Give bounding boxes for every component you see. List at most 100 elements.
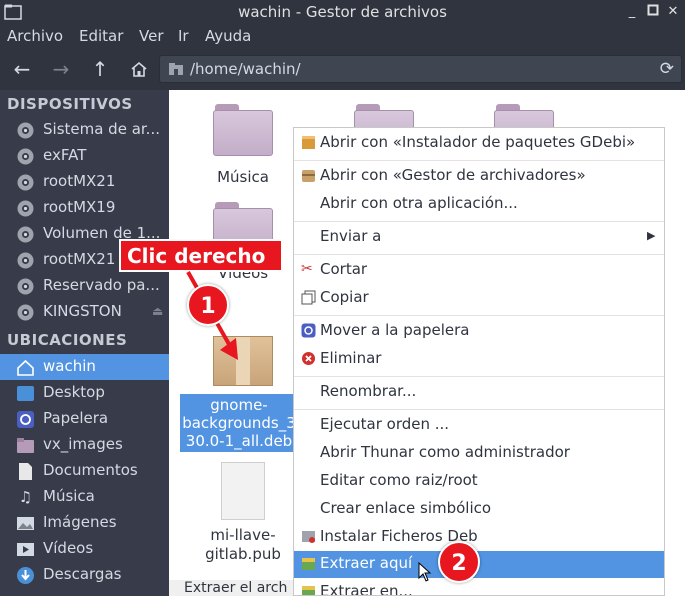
menu-item-create-symlink[interactable]: Crear enlace simbólico	[294, 496, 664, 522]
menu-item-label: Ejecutar orden ...	[320, 415, 450, 433]
menu-separator	[294, 376, 664, 377]
file-label-line: 30.0-1_all.deb	[185, 432, 293, 450]
menu-item-move-trash[interactable]: Mover a la papelera	[294, 318, 664, 344]
menu-separator	[294, 160, 664, 161]
home-icon[interactable]	[126, 56, 152, 82]
sidebar-device-2[interactable]: exFAT	[0, 143, 169, 169]
file-label-musica[interactable]: Música	[203, 168, 283, 186]
file-label-line: backgrounds_3	[182, 414, 296, 432]
sidebar-item-wachin[interactable]: wachin	[0, 354, 169, 380]
document-icon	[16, 462, 35, 480]
close-icon[interactable]: ✕	[665, 4, 681, 20]
menu-item-install-deb[interactable]: Instalar Ficheros Deb	[294, 524, 664, 550]
sidebar-item-label: Reservado pa...	[43, 276, 160, 294]
archiver-icon	[301, 168, 316, 183]
menu-item-label: Cortar	[320, 260, 368, 278]
sidebar-item-imagenes[interactable]: Imágenes	[0, 510, 169, 536]
file-label-line: gnome-	[210, 396, 268, 414]
menu-item-label: Enviar a	[320, 227, 382, 245]
delete-icon	[301, 351, 316, 366]
file-label-pub[interactable]: mi-llave- gitlab.pub	[193, 526, 293, 564]
sidebar-item-label: rootMX19	[43, 198, 116, 216]
sidebar-item-desktop[interactable]: Desktop	[0, 380, 169, 406]
context-menu: Abrir con «Instalador de paquetes GDebi»…	[293, 127, 665, 596]
back-arrow-icon[interactable]: ←	[9, 56, 35, 82]
maximize-icon[interactable]	[645, 4, 661, 20]
image-icon	[16, 514, 35, 532]
sidebar-item-documentos[interactable]: Documentos	[0, 458, 169, 484]
menu-bar: Archivo Editar Ver Ir Ayuda	[0, 24, 685, 48]
desktop-icon	[16, 384, 35, 402]
menu-ir[interactable]: Ir	[178, 27, 189, 45]
menu-item-open-archiver[interactable]: Abrir con «Gestor de archivadores»	[294, 163, 664, 189]
menu-ayuda[interactable]: Ayuda	[205, 27, 251, 45]
menu-item-send-to[interactable]: Enviar a ▶	[294, 224, 664, 250]
trash-icon	[16, 410, 35, 428]
music-icon: ♫	[18, 488, 33, 506]
trash-icon	[301, 323, 316, 338]
menu-item-edit-root[interactable]: Editar como raiz/root	[294, 468, 664, 494]
mouse-cursor-icon	[418, 562, 432, 582]
sidebar-item-papelera[interactable]: Papelera	[0, 406, 169, 432]
menu-item-cut[interactable]: ✂ Cortar	[294, 257, 664, 283]
sidebar-device-7[interactable]: Reservado pa...	[0, 273, 169, 299]
menu-separator	[294, 409, 664, 410]
drive-icon	[16, 199, 35, 217]
sidebar-item-label: KINGSTON	[43, 302, 122, 320]
eject-icon[interactable]: ⏏	[152, 304, 163, 318]
sidebar-item-label: Desktop	[43, 383, 105, 401]
scissors-icon: ✂	[301, 261, 313, 277]
menu-ver[interactable]: Ver	[139, 27, 164, 45]
sidebar-device-8[interactable]: KINGSTON ⏏	[0, 299, 169, 325]
menu-separator	[294, 254, 664, 255]
menu-item-run-command[interactable]: Ejecutar orden ...	[294, 412, 664, 438]
menu-item-delete[interactable]: Eliminar	[294, 346, 664, 372]
sidebar-device-4[interactable]: rootMX19	[0, 195, 169, 221]
menu-item-rename[interactable]: Renombrar...	[294, 379, 664, 405]
sidebar-item-label: Imágenes	[43, 513, 117, 531]
menu-item-extract-to[interactable]: Extraer en...	[294, 579, 664, 596]
address-home-icon	[168, 61, 184, 81]
minimize-icon[interactable]: _	[624, 4, 640, 20]
up-arrow-icon[interactable]: ↑	[87, 56, 113, 82]
file-label-deb[interactable]: gnome- backgrounds_3 30.0-1_all.deb	[180, 394, 298, 452]
menu-separator	[294, 315, 664, 316]
menu-item-label: Eliminar	[320, 349, 382, 367]
address-path: /home/wachin/	[190, 60, 301, 78]
folder-icon	[16, 436, 35, 454]
copy-icon	[301, 290, 316, 305]
drive-icon	[16, 173, 35, 191]
sidebar-item-descargas[interactable]: Descargas	[0, 562, 169, 588]
menu-item-label: Copiar	[320, 288, 369, 306]
folder-icon[interactable]	[213, 104, 273, 156]
sidebar-item-vx-images[interactable]: vx_images	[0, 432, 169, 458]
menu-item-label: Abrir con «Instalador de paquetes GDebi»	[320, 133, 636, 151]
menu-item-open-gdebi[interactable]: Abrir con «Instalador de paquetes GDebi»	[294, 130, 664, 156]
sidebar-item-label: vx_images	[43, 435, 123, 453]
sidebar-item-videos[interactable]: Vídeos	[0, 536, 169, 562]
menu-item-label: Extraer en...	[320, 582, 413, 596]
home-icon	[16, 358, 35, 376]
forward-arrow-icon[interactable]: →	[48, 56, 74, 82]
address-bar[interactable]: /home/wachin/ ⟳	[159, 55, 682, 83]
drive-icon	[16, 147, 35, 165]
sidebar-device-1[interactable]: Sistema de ar...	[0, 117, 169, 143]
menu-item-label: Renombrar...	[320, 382, 417, 400]
reload-icon[interactable]: ⟳	[660, 59, 674, 79]
menu-archivo[interactable]: Archivo	[7, 27, 63, 45]
sidebar-device-3[interactable]: rootMX21	[0, 169, 169, 195]
sidebar-item-label: Música	[43, 487, 95, 505]
drive-icon	[16, 251, 35, 269]
menu-editar[interactable]: Editar	[79, 27, 123, 45]
sidebar-item-musica[interactable]: ♫ Música	[0, 484, 169, 510]
menu-item-label: Extraer aquí	[320, 554, 413, 572]
text-file-icon[interactable]	[221, 462, 265, 520]
menu-item-copy[interactable]: Copiar	[294, 285, 664, 311]
menu-item-open-other[interactable]: Abrir con otra aplicación...	[294, 191, 664, 217]
menu-item-label: Abrir Thunar como administrador	[320, 443, 570, 461]
sidebar-item-label: rootMX21	[43, 172, 116, 190]
menu-separator	[294, 221, 664, 222]
sidebar-item-label: Vídeos	[43, 539, 94, 557]
menu-item-open-thunar-admin[interactable]: Abrir Thunar como administrador	[294, 440, 664, 466]
sidebar-item-label: Papelera	[43, 409, 109, 427]
